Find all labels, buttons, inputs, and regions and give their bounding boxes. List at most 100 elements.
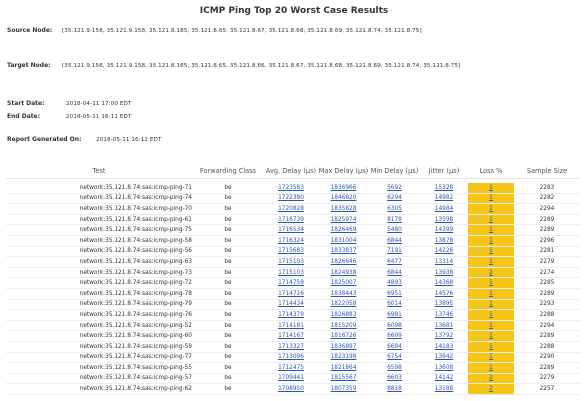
cell-max-delay-link[interactable]: 1824938 <box>331 270 357 276</box>
cell-jitter-link[interactable]: 13608 <box>435 365 453 371</box>
cell-loss-link[interactable]: 1 <box>489 185 493 191</box>
cell-avg-delay-link[interactable]: 1712475 <box>278 365 304 371</box>
cell-avg-delay-link[interactable]: 1708950 <box>278 386 304 392</box>
cell-avg-delay-link[interactable]: 1714167 <box>278 333 304 339</box>
cell-max-delay-link[interactable]: 1826469 <box>331 227 357 233</box>
cell-loss-link[interactable]: 2 <box>489 375 493 381</box>
cell-avg-delay-link[interactable]: 1713096 <box>278 354 304 360</box>
cell-avg-delay-link[interactable]: 1714379 <box>278 312 304 318</box>
cell-max-delay-link[interactable]: 1836966 <box>331 185 357 191</box>
cell-max-delay-link[interactable]: 1833837 <box>331 248 357 254</box>
cell-jitter-link[interactable]: 13598 <box>435 217 453 223</box>
header-test[interactable]: Test <box>6 164 192 179</box>
cell-max-delay-link[interactable]: 1846820 <box>331 195 357 201</box>
cell-avg-delay-link[interactable]: 1714759 <box>278 280 304 286</box>
cell-loss-link[interactable]: 1 <box>489 365 493 371</box>
header-jitter[interactable]: Jitter (µs) <box>420 164 468 179</box>
cell-max-delay-link[interactable]: 1821864 <box>331 365 357 371</box>
cell-avg-delay-link[interactable]: 1720828 <box>278 206 304 212</box>
header-min-delay[interactable]: Min Delay (µs) <box>369 164 420 179</box>
cell-jitter-link[interactable]: 14576 <box>435 291 453 297</box>
cell-loss-link[interactable]: 2 <box>489 386 493 392</box>
cell-max-delay-link[interactable]: 1815209 <box>331 323 357 329</box>
cell-jitter-link[interactable]: 14368 <box>435 280 453 286</box>
cell-min-delay-link[interactable]: 6098 <box>387 323 402 329</box>
cell-jitter-link[interactable]: 13746 <box>435 312 453 318</box>
cell-loss-link[interactable]: 1 <box>489 248 493 254</box>
cell-loss-link[interactable]: 1 <box>489 323 493 329</box>
cell-max-delay-link[interactable]: 1826883 <box>331 312 357 318</box>
cell-loss-link[interactable]: 1 <box>489 333 493 339</box>
header-avg-delay[interactable]: Avg. Delay (µs) <box>264 164 318 179</box>
cell-min-delay-link[interactable]: 6951 <box>387 291 402 297</box>
cell-loss-link[interactable]: 1 <box>489 312 493 318</box>
cell-jitter-link[interactable]: 14226 <box>435 248 453 254</box>
cell-loss-link[interactable]: 1 <box>489 259 493 265</box>
cell-min-delay-link[interactable]: 6684 <box>387 344 402 350</box>
header-loss[interactable]: Loss % <box>468 164 514 179</box>
cell-max-delay-link[interactable]: 1825974 <box>331 217 357 223</box>
cell-jitter-link[interactable]: 13314 <box>435 259 453 265</box>
cell-min-delay-link[interactable]: 6014 <box>387 301 402 307</box>
cell-avg-delay-link[interactable]: 1715103 <box>278 259 304 265</box>
cell-max-delay-link[interactable]: 1836897 <box>331 344 357 350</box>
cell-max-delay-link[interactable]: 1831004 <box>331 238 357 244</box>
cell-min-delay-link[interactable]: 6305 <box>387 206 402 212</box>
cell-min-delay-link[interactable]: 8178 <box>387 217 402 223</box>
header-max-delay[interactable]: Max Delay (µs) <box>318 164 369 179</box>
cell-avg-delay-link[interactable]: 1714716 <box>278 291 304 297</box>
cell-avg-delay-link[interactable]: 1716534 <box>278 227 304 233</box>
cell-avg-delay-link[interactable]: 1714434 <box>278 301 304 307</box>
cell-loss-link[interactable]: 1 <box>489 206 493 212</box>
cell-avg-delay-link[interactable]: 1714181 <box>278 323 304 329</box>
cell-avg-delay-link[interactable]: 1722380 <box>278 195 304 201</box>
cell-jitter-link[interactable]: 15328 <box>435 185 453 191</box>
cell-jitter-link[interactable]: 13681 <box>435 323 453 329</box>
cell-min-delay-link[interactable]: 6609 <box>387 333 402 339</box>
cell-loss-link[interactable]: 1 <box>489 291 493 297</box>
cell-min-delay-link[interactable]: 5692 <box>387 185 402 191</box>
cell-min-delay-link[interactable]: 6981 <box>387 312 402 318</box>
cell-jitter-link[interactable]: 13792 <box>435 333 453 339</box>
cell-max-delay-link[interactable]: 1825007 <box>331 280 357 286</box>
cell-max-delay-link[interactable]: 1815567 <box>331 375 357 381</box>
cell-avg-delay-link[interactable]: 1723583 <box>278 185 304 191</box>
cell-min-delay-link[interactable]: 7191 <box>387 248 402 254</box>
cell-max-delay-link[interactable]: 1823198 <box>331 354 357 360</box>
cell-max-delay-link[interactable]: 1838443 <box>331 291 357 297</box>
cell-avg-delay-link[interactable]: 1713327 <box>278 344 304 350</box>
cell-avg-delay-link[interactable]: 1716739 <box>278 217 304 223</box>
cell-min-delay-link[interactable]: 6844 <box>387 238 402 244</box>
cell-avg-delay-link[interactable]: 1715683 <box>278 248 304 254</box>
cell-loss-link[interactable]: 2 <box>489 270 493 276</box>
cell-max-delay-link[interactable]: 1822058 <box>331 301 357 307</box>
cell-jitter-link[interactable]: 13878 <box>435 238 453 244</box>
cell-loss-link[interactable]: 1 <box>489 227 493 233</box>
cell-loss-link[interactable]: 1 <box>489 238 493 244</box>
cell-jitter-link[interactable]: 14183 <box>435 344 453 350</box>
cell-min-delay-link[interactable]: 5480 <box>387 227 402 233</box>
cell-min-delay-link[interactable]: 6477 <box>387 259 402 265</box>
cell-loss-link[interactable]: 1 <box>489 301 493 307</box>
cell-jitter-link[interactable]: 14399 <box>435 227 453 233</box>
cell-max-delay-link[interactable]: 1807359 <box>331 386 357 392</box>
cell-min-delay-link[interactable]: 6603 <box>387 375 402 381</box>
cell-jitter-link[interactable]: 13938 <box>435 270 453 276</box>
cell-max-delay-link[interactable]: 1826646 <box>331 259 357 265</box>
cell-jitter-link[interactable]: 13895 <box>435 301 453 307</box>
cell-loss-link[interactable]: 1 <box>489 344 493 350</box>
header-sample-size[interactable]: Sample Size <box>514 164 580 179</box>
cell-avg-delay-link[interactable]: 1709441 <box>278 375 304 381</box>
cell-loss-link[interactable]: 1 <box>489 280 493 286</box>
cell-loss-link[interactable]: 1 <box>489 354 493 360</box>
cell-min-delay-link[interactable]: 6844 <box>387 270 402 276</box>
cell-avg-delay-link[interactable]: 1715103 <box>278 270 304 276</box>
cell-min-delay-link[interactable]: 6598 <box>387 365 402 371</box>
cell-loss-link[interactable]: 1 <box>489 217 493 223</box>
cell-max-delay-link[interactable]: 1816726 <box>331 333 357 339</box>
cell-min-delay-link[interactable]: 8818 <box>387 386 402 392</box>
cell-min-delay-link[interactable]: 4893 <box>387 280 402 286</box>
cell-jitter-link[interactable]: 13188 <box>435 386 453 392</box>
header-forwarding-class[interactable]: Forwarding Class <box>192 164 264 179</box>
cell-max-delay-link[interactable]: 1835828 <box>331 206 357 212</box>
